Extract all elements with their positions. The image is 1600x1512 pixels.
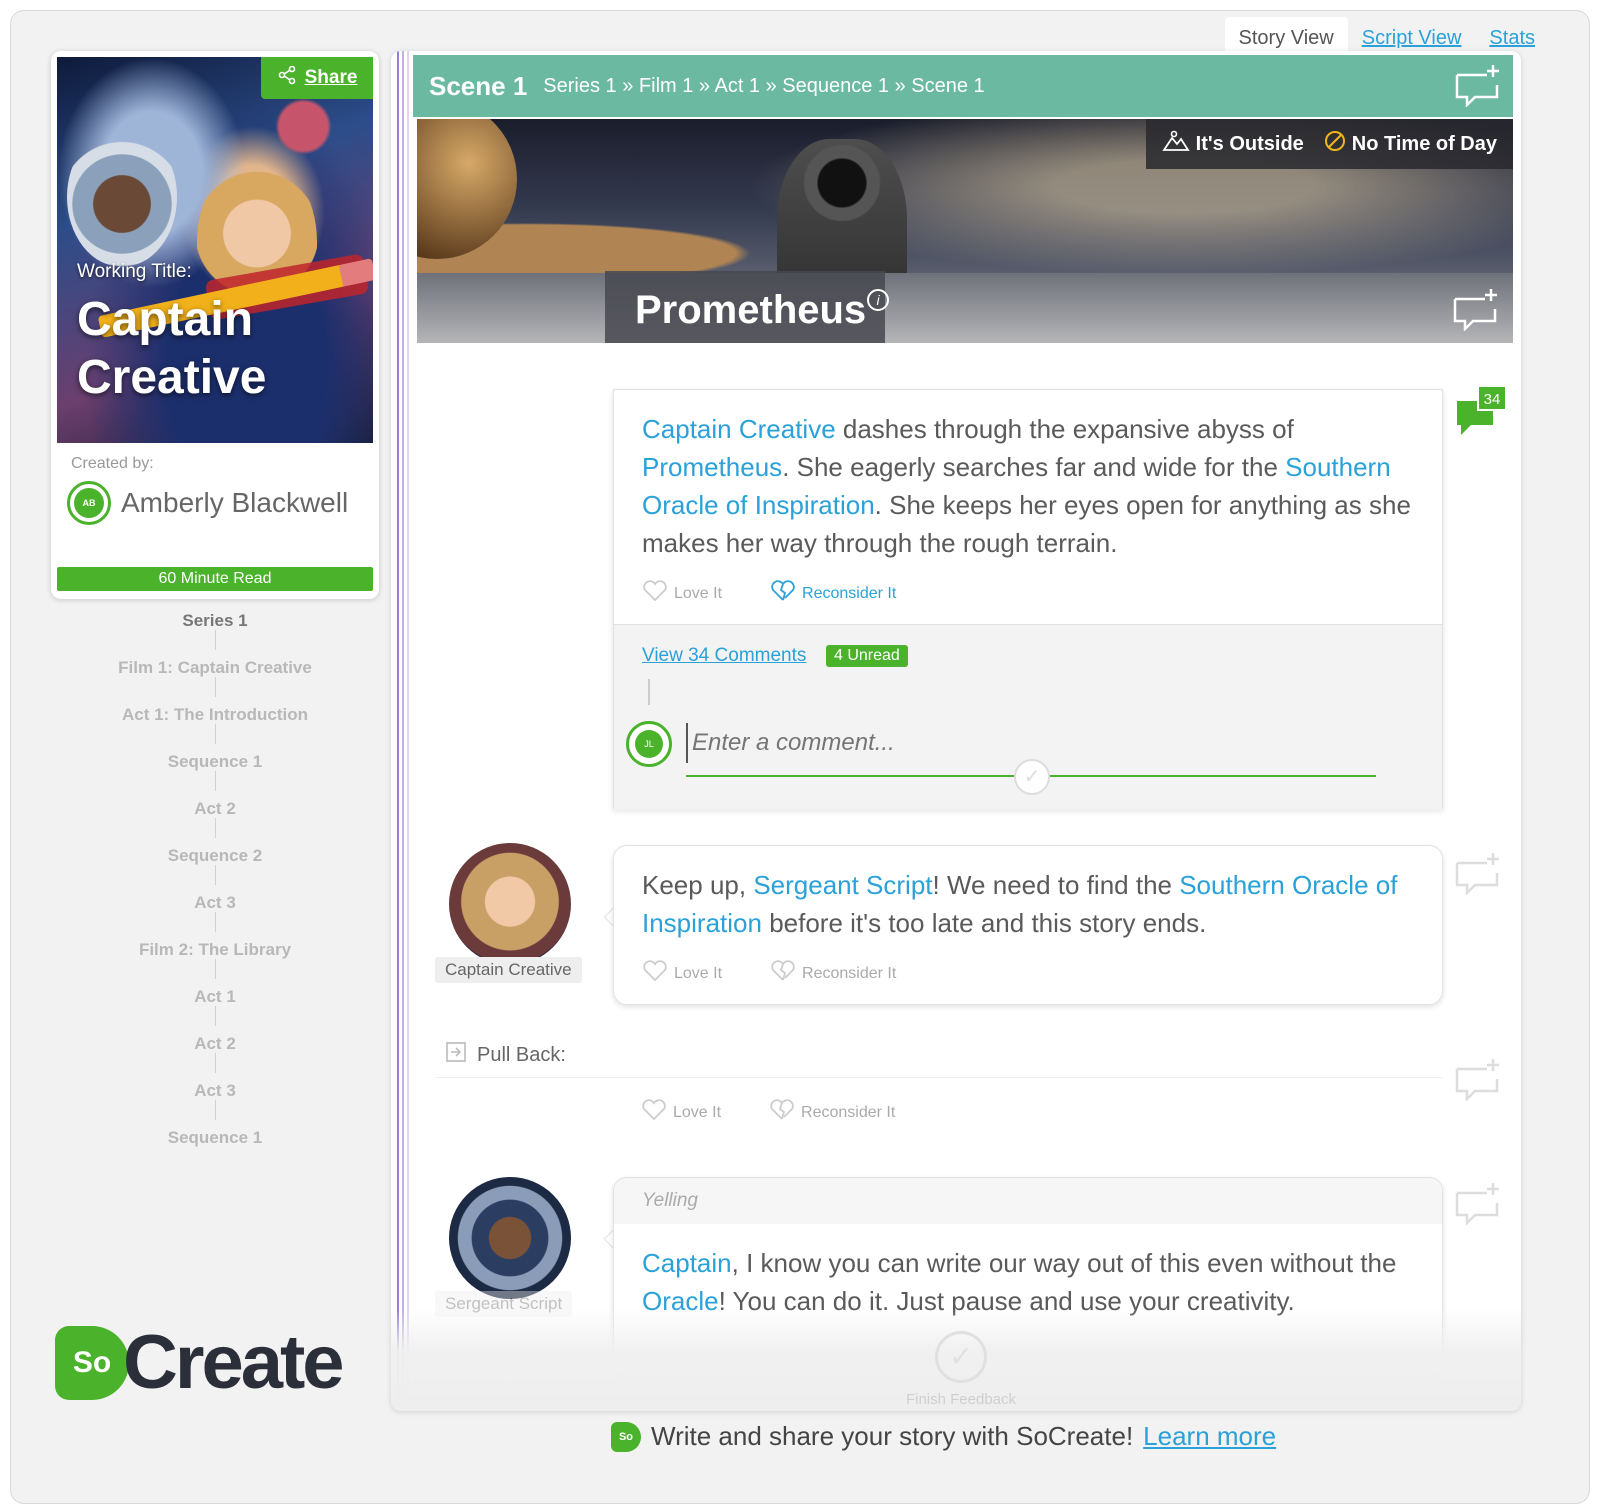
finish-feedback-button[interactable]: ✓ Finish Feedback <box>861 1331 1061 1408</box>
love-it-button[interactable]: Love It <box>642 580 722 607</box>
reconsider-it-label: Reconsider It <box>801 1103 896 1121</box>
comments-area: View 34 Comments 4 Unread JL ✓ <box>614 624 1442 810</box>
comment-count-badge: 34 <box>1477 385 1507 411</box>
story-panel: Scene 1 Series 1 » Film 1 » Act 1 » Sequ… <box>391 51 1521 1411</box>
transition-reactions: Love It Reconsider It <box>641 1099 895 1126</box>
logo-text: Create <box>123 1320 345 1405</box>
share-label: Share <box>304 67 358 88</box>
cover-astronaut-figure <box>67 127 177 267</box>
entity-link[interactable]: Prometheus <box>642 452 782 482</box>
dialogue-text: Keep up, Sergeant Script! We need to fin… <box>642 866 1422 942</box>
working-title-label: Working Title: <box>77 261 192 282</box>
learn-more-link[interactable]: Learn more <box>1143 1421 1276 1452</box>
dialogue-reactions: Love It Reconsider It <box>642 960 896 987</box>
transition-label: Pull Back: <box>477 1043 566 1066</box>
commenter-initials: JL <box>635 730 663 758</box>
text-segment: . She eagerly searches far and wide for … <box>782 452 1286 482</box>
action-card: Captain Creative dashes through the expa… <box>613 389 1443 810</box>
love-it-label: Love It <box>673 1103 722 1121</box>
dialogue-card: Keep up, Sergeant Script! We need to fin… <box>613 845 1443 1005</box>
heart-icon <box>641 1099 667 1126</box>
add-comment-icon[interactable] <box>1453 851 1503 897</box>
author-row[interactable]: AB Amberly Blackwell <box>67 481 348 525</box>
logo-badge: So <box>55 1325 129 1400</box>
transition-icon <box>445 1041 467 1069</box>
action-reactions: Love It Reconsider It <box>642 580 896 607</box>
add-comment-icon[interactable] <box>1453 1181 1503 1227</box>
text-segment: , I know you can write our way out of th… <box>731 1248 1397 1278</box>
parenthetical: Yelling <box>614 1178 1442 1224</box>
read-time-bar: 60 Minute Read <box>57 567 373 591</box>
text-segment: before it's too late and this story ends… <box>761 908 1207 938</box>
comment-input[interactable] <box>686 723 1376 763</box>
story-title-line2: Creative <box>77 351 267 404</box>
check-icon: ✓ <box>935 1331 987 1383</box>
author-initials: AB <box>74 488 104 518</box>
comment-composer: JL ✓ <box>626 719 1406 795</box>
share-button[interactable]: Share <box>261 57 373 99</box>
character-avatar-captain-creative[interactable] <box>449 843 571 965</box>
love-it-label: Love It <box>674 964 723 982</box>
story-outline: Series 1 Film 1: Captain Creative Act 1: T… <box>51 597 379 1161</box>
story-card: Share Working Title: Captain Creative Cr… <box>51 51 379 599</box>
entity-link[interactable]: Captain <box>642 1248 732 1278</box>
heart-icon <box>642 960 668 987</box>
transition-row: Pull Back: <box>445 1041 566 1069</box>
text-segment: dashes through the expansive abyss of <box>835 414 1294 444</box>
reconsider-it-button[interactable]: Reconsider It <box>769 1099 895 1126</box>
text-segment: ! We need to find the <box>932 870 1180 900</box>
character-name-label: Captain Creative <box>435 957 582 983</box>
socreate-mini-logo: So <box>611 1421 641 1452</box>
love-it-button[interactable]: Love It <box>642 960 722 987</box>
socreate-logo[interactable]: So Create <box>55 1319 345 1406</box>
finish-feedback-label: Finish Feedback <box>905 1391 1017 1408</box>
add-comment-icon[interactable] <box>1453 1057 1503 1103</box>
story-title: Captain Creative <box>77 291 266 407</box>
story-title-line1: Captain <box>77 293 254 346</box>
share-icon <box>277 65 297 91</box>
love-it-button[interactable]: Love It <box>641 1099 721 1126</box>
commenter-avatar: JL <box>626 721 672 767</box>
broken-heart-icon <box>770 960 796 987</box>
love-it-label: Love It <box>674 584 723 602</box>
author-avatar: AB <box>67 481 111 525</box>
footer-cta: So Write and share your story with SoCre… <box>611 1421 1276 1452</box>
submit-check-icon[interactable]: ✓ <box>1014 759 1050 795</box>
broken-heart-icon <box>770 580 796 607</box>
story-cover-image: Share Working Title: Captain Creative <box>57 57 373 443</box>
reconsider-it-label: Reconsider It <box>802 584 897 602</box>
outline-item[interactable]: Sequence 1 <box>51 1100 379 1161</box>
action-text: Captain Creative dashes through the expa… <box>642 410 1422 562</box>
app-frame: Story View Script View Stats Share Worki… <box>10 10 1590 1504</box>
view-comments-link[interactable]: View 34 Comments <box>642 645 806 667</box>
character-avatar-sergeant-script[interactable] <box>449 1177 571 1299</box>
author-name: Amberly Blackwell <box>121 487 349 518</box>
text-segment: Keep up, <box>642 870 754 900</box>
unread-badge: 4 Unread <box>826 645 908 667</box>
broken-heart-icon <box>769 1099 795 1126</box>
entity-link[interactable]: Sergeant Script <box>753 870 932 900</box>
reconsider-it-button[interactable]: Reconsider It <box>770 960 896 987</box>
footer-text: Write and share your story with SoCreate… <box>651 1421 1134 1451</box>
entity-link[interactable]: Captain Creative <box>642 414 836 444</box>
reconsider-it-label: Reconsider It <box>802 964 897 982</box>
reconsider-it-button[interactable]: Reconsider It <box>770 580 896 607</box>
created-by-label: Created by: <box>71 455 154 472</box>
heart-icon <box>642 580 668 607</box>
story-feed: Captain Creative dashes through the expa… <box>391 51 1521 1411</box>
transition-divider <box>435 1077 1443 1078</box>
thread-line <box>648 679 650 705</box>
